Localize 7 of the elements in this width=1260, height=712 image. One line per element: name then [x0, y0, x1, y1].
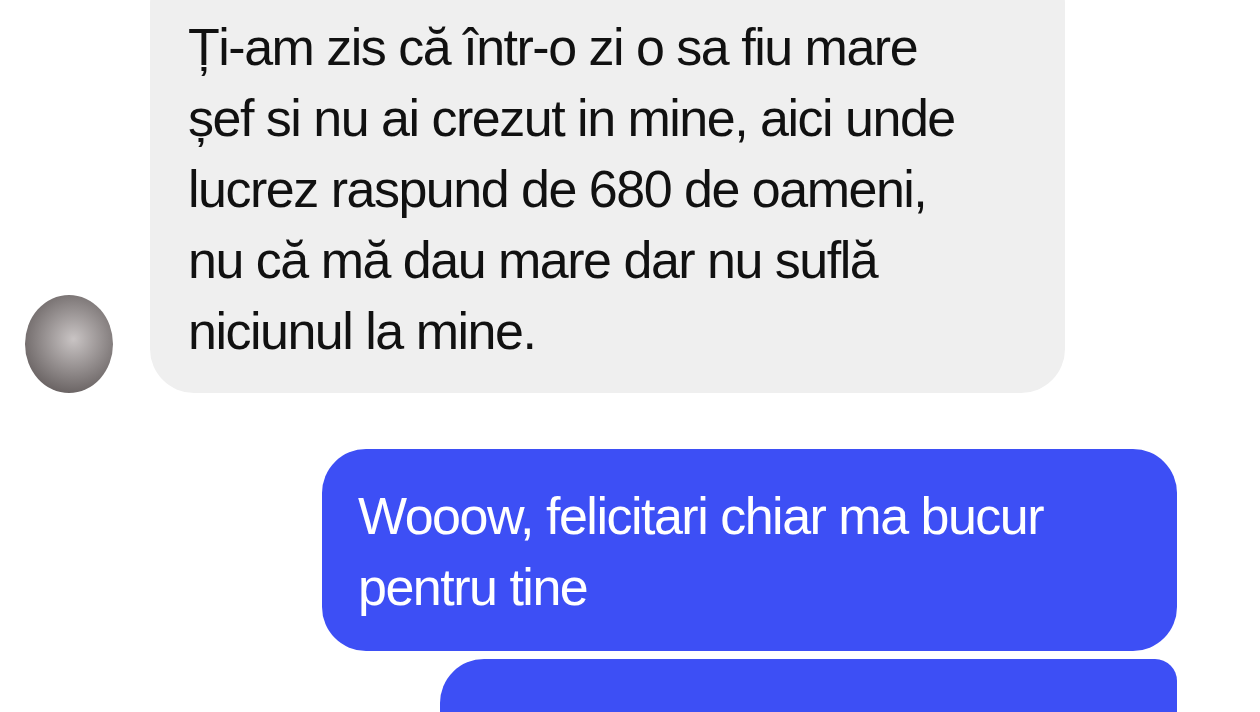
message-text: nu că mă dau mare dar nu suflă	[188, 230, 880, 291]
message-text: Ți-am zis că într-o zi o sa fiu mare	[188, 17, 919, 78]
message-text: niciunul la mine.	[188, 301, 537, 362]
message-text: lucrez raspund de 680 de oameni,	[188, 159, 928, 220]
message-text: pentru tine	[358, 557, 589, 618]
message-text: șef si nu ai crezut in mine, aici unde	[188, 88, 956, 149]
message-text: Wooow, felicitari chiar ma bucur	[358, 486, 1045, 547]
